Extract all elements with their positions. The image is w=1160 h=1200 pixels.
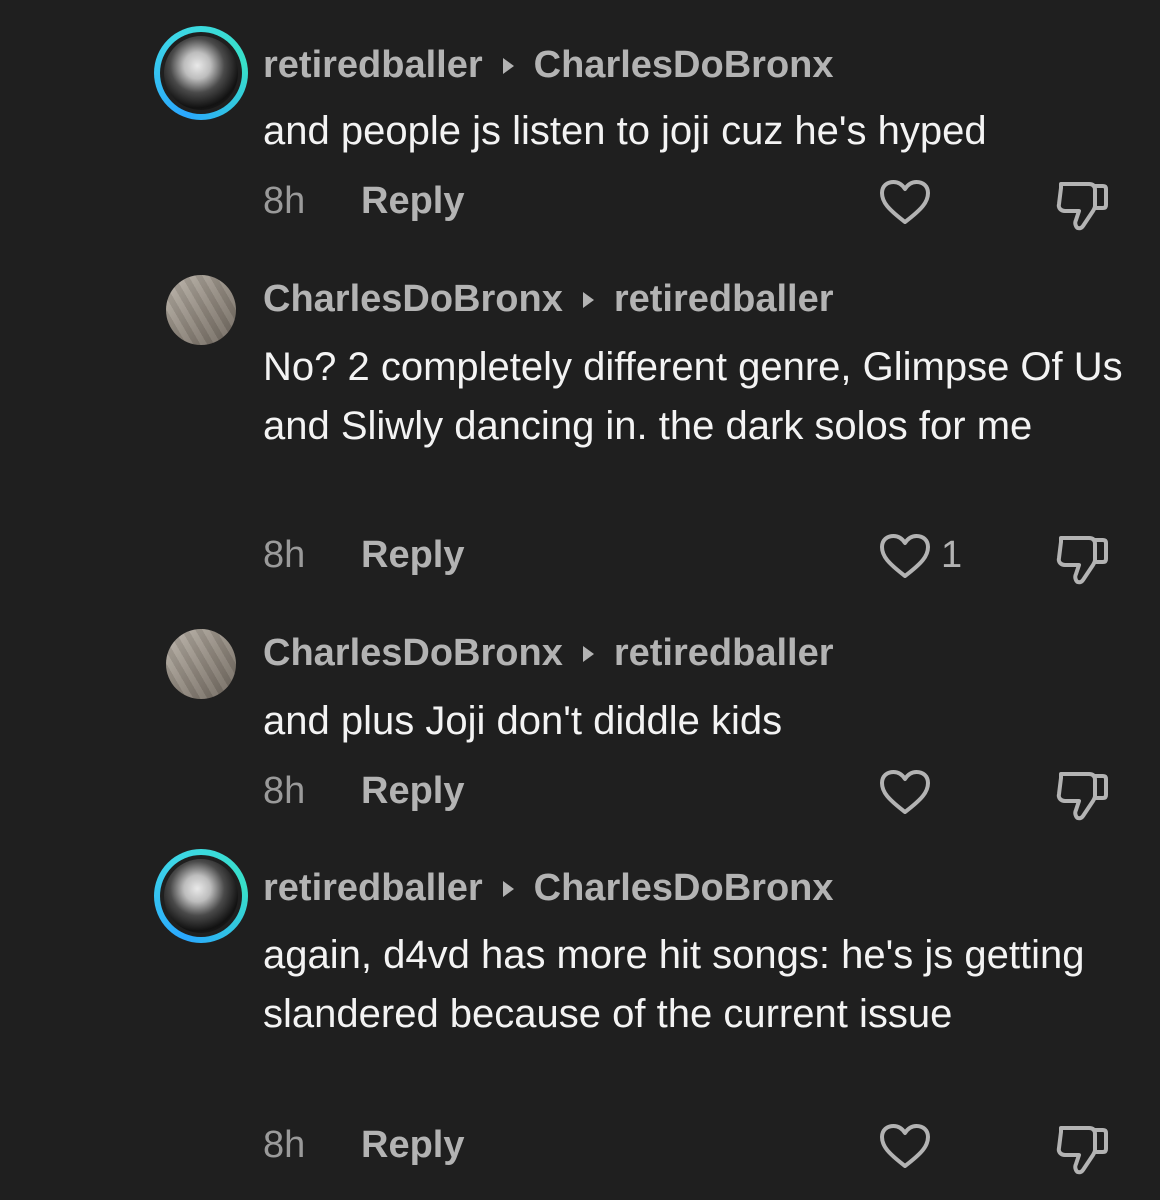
avatar-image xyxy=(164,36,238,110)
thumbs-down-outline-icon[interactable] xyxy=(1053,176,1111,232)
avatar[interactable] xyxy=(166,629,236,699)
heart-outline-icon[interactable] xyxy=(878,768,932,816)
avatar-image xyxy=(164,859,238,933)
reply-to-user[interactable]: CharlesDoBronx xyxy=(534,867,834,910)
reply-button[interactable]: Reply xyxy=(361,534,464,577)
comment-author[interactable]: retiredballer xyxy=(263,44,483,87)
reply-button[interactable]: Reply xyxy=(361,1124,464,1167)
avatar[interactable] xyxy=(154,849,248,943)
like-count: 1 xyxy=(941,534,963,576)
comment-time: 8h xyxy=(263,770,306,812)
reply-to-user[interactable]: retiredballer xyxy=(614,632,834,675)
comment-text: and plus Joji don't diddle kids xyxy=(263,699,783,743)
avatar[interactable] xyxy=(166,275,236,345)
thumbs-down-outline-icon[interactable] xyxy=(1053,1120,1111,1176)
reply-button[interactable]: Reply xyxy=(361,180,464,223)
comment-time: 8h xyxy=(263,1124,306,1166)
reply-to-user[interactable]: CharlesDoBronx xyxy=(534,44,834,87)
comment-time: 8h xyxy=(263,534,306,576)
caret-right-icon xyxy=(582,645,594,662)
comment-author[interactable]: CharlesDoBronx xyxy=(263,278,563,321)
heart-outline-icon[interactable] xyxy=(878,532,932,580)
comment-text: and people js listen to joji cuz he's hy… xyxy=(263,109,987,153)
comment-actions: 8h Reply xyxy=(263,1122,1160,1175)
comment-header: CharlesDoBronx retiredballer xyxy=(263,632,834,675)
comment-text: again, d4vd has more hit songs: he's js … xyxy=(263,933,1085,1036)
caret-right-icon xyxy=(502,57,514,74)
caret-right-icon xyxy=(582,291,594,308)
thumbs-down-outline-icon[interactable] xyxy=(1053,766,1111,822)
comment-actions: 8h Reply xyxy=(263,768,1160,821)
avatar[interactable] xyxy=(154,26,248,120)
reply-to-user[interactable]: retiredballer xyxy=(614,278,834,321)
heart-outline-icon[interactable] xyxy=(878,1122,932,1170)
thumbs-down-outline-icon[interactable] xyxy=(1053,530,1111,586)
comment-author[interactable]: CharlesDoBronx xyxy=(263,632,563,675)
caret-right-icon xyxy=(502,880,514,897)
comment-time: 8h xyxy=(263,180,306,222)
comment-actions: 8h Reply xyxy=(263,178,1160,231)
comment-text: No? 2 completely different genre, Glimps… xyxy=(263,345,1123,448)
comment-author[interactable]: retiredballer xyxy=(263,867,483,910)
comment-actions: 8h Reply 1 xyxy=(263,532,1160,585)
heart-outline-icon[interactable] xyxy=(878,178,932,226)
comment-header: retiredballer CharlesDoBronx xyxy=(263,867,834,910)
reply-button[interactable]: Reply xyxy=(361,770,464,813)
comment-header: retiredballer CharlesDoBronx xyxy=(263,44,834,87)
comment-header: CharlesDoBronx retiredballer xyxy=(263,278,834,321)
